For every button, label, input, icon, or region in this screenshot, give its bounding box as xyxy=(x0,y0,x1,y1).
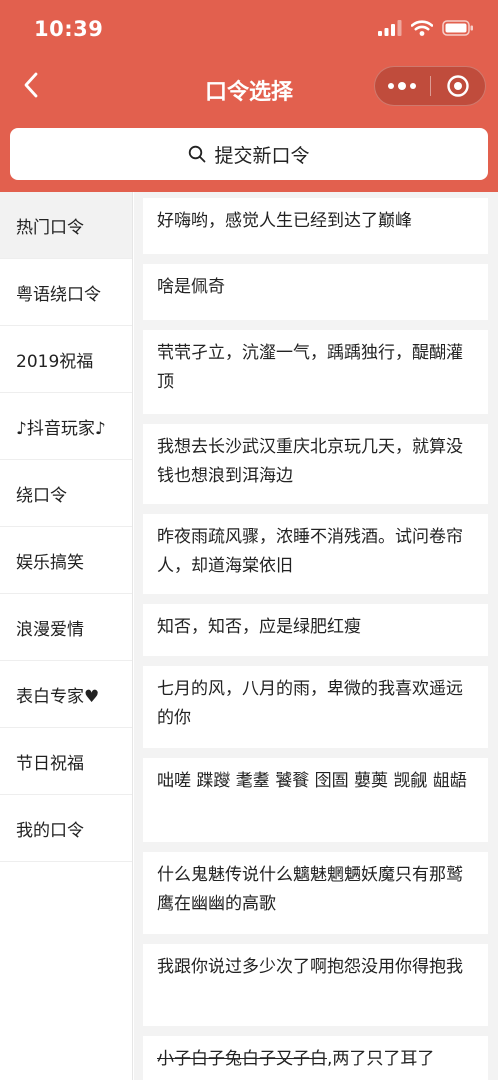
nav-bar: 口令选择 xyxy=(0,60,498,116)
mini-program-capsule xyxy=(374,66,486,106)
app-header: 10:39 口令选择 提交新口令 xyxy=(0,0,498,192)
phrase-card[interactable]: 啥是佩奇 xyxy=(143,264,488,320)
more-dots-icon xyxy=(388,83,395,89)
phrase-card[interactable]: 咄嗟 蹀躞 耄耋 饕餮 囹圄 蘡薁 觊觎 龃龉 xyxy=(143,758,488,842)
category-sidebar: 热门口令 粤语绕口令 2019祝福 ♪抖音玩家♪ 绕口令 娱乐搞笑 浪漫爱情 表… xyxy=(0,192,133,1080)
status-icons xyxy=(378,20,474,36)
submit-new-phrase-button[interactable]: 提交新口令 xyxy=(10,128,488,180)
phrase-list: 好嗨哟，感觉人生已经到达了巅峰 啥是佩奇 茕茕孑立，沆瀣一气，踽踽独行，醍醐灌顶… xyxy=(134,192,498,1080)
sidebar-item-hot[interactable]: 热门口令 xyxy=(0,192,132,259)
wifi-icon xyxy=(411,20,433,36)
status-bar: 10:39 xyxy=(0,0,498,56)
battery-icon xyxy=(442,20,473,36)
phrase-card[interactable]: 七月的风，八月的雨，卑微的我喜欢遥远的你 xyxy=(143,666,488,748)
phrase-card[interactable]: 我想去长沙武汉重庆北京玩几天，就算没钱也想浪到洱海边 xyxy=(143,424,488,504)
sidebar-item-cantonese-tongue-twister[interactable]: 粤语绕口令 xyxy=(0,259,132,326)
more-dot xyxy=(398,82,407,90)
submit-new-phrase-label: 提交新口令 xyxy=(214,144,310,167)
sidebar-item-2019-blessing[interactable]: 2019祝福 xyxy=(0,326,132,393)
more-button[interactable] xyxy=(375,66,430,106)
target-circle-icon xyxy=(447,75,469,97)
sidebar-item-tongue-twister[interactable]: 绕口令 xyxy=(0,460,132,527)
phrase-card[interactable]: 什么鬼魅传说什么魑魅魍魉妖魔只有那鹫鹰在幽幽的高歌 xyxy=(143,852,488,934)
phrase-card[interactable]: 昨夜雨疏风骤，浓睡不消残酒。试问卷帘人，却道海棠依旧 xyxy=(143,514,488,594)
close-button[interactable] xyxy=(430,66,485,106)
sidebar-item-romance[interactable]: 浪漫爱情 xyxy=(0,594,132,661)
search-icon xyxy=(189,145,206,163)
phrase-card[interactable]: 茕茕孑立，沆瀣一气，踽踽独行，醍醐灌顶 xyxy=(143,330,488,414)
more-dot xyxy=(410,83,417,89)
status-time: 10:39 xyxy=(34,17,104,41)
signal-icon xyxy=(378,20,402,36)
sidebar-item-holiday-blessing[interactable]: 节日祝福 xyxy=(0,728,132,795)
phrase-rest-text: ,两了只了耳了 xyxy=(327,1049,435,1069)
phrase-struck-text: 小子白子兔白子又子白 xyxy=(157,1049,327,1069)
sidebar-item-douyin-player[interactable]: ♪抖音玩家♪ xyxy=(0,393,132,460)
sidebar-item-confession[interactable]: 表白专家♥ xyxy=(0,661,132,728)
phrase-card[interactable]: 小子白子兔白子又子白,两了只了耳了 xyxy=(143,1036,488,1080)
phrase-card[interactable]: 我跟你说过多少次了啊抱怨没用你得抱我 xyxy=(143,944,488,1026)
phrase-card[interactable]: 好嗨哟，感觉人生已经到达了巅峰 xyxy=(143,198,488,254)
sidebar-item-my-phrases[interactable]: 我的口令 xyxy=(0,795,132,862)
phrase-card[interactable]: 知否，知否，应是绿肥红瘦 xyxy=(143,604,488,656)
sidebar-item-funny[interactable]: 娱乐搞笑 xyxy=(0,527,132,594)
